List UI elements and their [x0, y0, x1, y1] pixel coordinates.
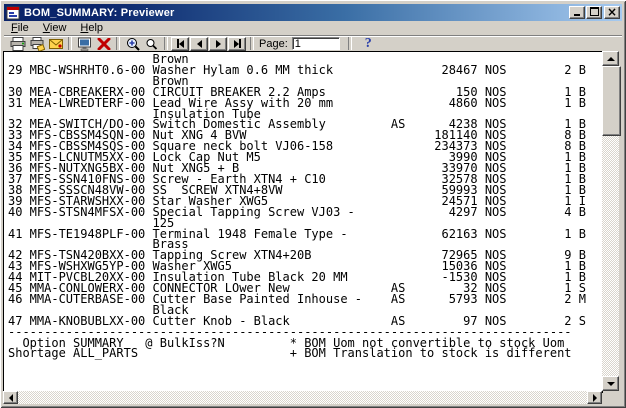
- scroll-up-button[interactable]: [602, 51, 619, 66]
- mail-export-icon: [48, 37, 64, 51]
- toolbar-separator: [116, 37, 120, 50]
- window-title: BOM_SUMMARY: Previewer: [24, 7, 568, 19]
- toolbar-separator: [68, 37, 72, 50]
- next-page-icon: [216, 40, 221, 48]
- help-icon: ?: [365, 37, 372, 51]
- menu-bar: File View Help: [4, 21, 622, 36]
- window: BOM_SUMMARY: Previewer × File View Help: [0, 0, 626, 408]
- minimize-button[interactable]: [569, 6, 585, 19]
- last-page-button[interactable]: [228, 37, 246, 51]
- minimize-icon: [574, 14, 580, 16]
- first-page-button[interactable]: [171, 37, 189, 51]
- vertical-scroll-thumb[interactable]: [602, 66, 621, 136]
- vertical-scrollbar[interactable]: [602, 51, 619, 391]
- toolbar-separator: [250, 37, 254, 50]
- print-icon: [10, 37, 26, 51]
- zoom-out-button[interactable]: [142, 36, 161, 51]
- arrow-right-icon: [593, 394, 597, 402]
- close-button[interactable]: ×: [604, 6, 620, 19]
- arrow-left-icon: [9, 394, 13, 402]
- maximize-icon: [590, 7, 599, 16]
- help-button[interactable]: ?: [359, 36, 378, 51]
- screen-preview-button[interactable]: [75, 36, 94, 51]
- scroll-right-button[interactable]: [587, 391, 602, 404]
- titlebar[interactable]: BOM_SUMMARY: Previewer ×: [4, 4, 622, 21]
- maximize-button[interactable]: [586, 6, 602, 19]
- close-preview-icon: [97, 38, 111, 50]
- arrow-down-icon: [607, 382, 615, 386]
- app-icon: [6, 6, 20, 20]
- scroll-down-button[interactable]: [602, 376, 619, 391]
- report-viewport: Brown 29 MBC-WSHRHT0.6-00 Washer Hylam 0…: [3, 51, 603, 393]
- menu-file[interactable]: File: [4, 21, 36, 35]
- close-preview-button[interactable]: [94, 36, 113, 51]
- toolbar: Page: ?: [4, 36, 604, 52]
- scroll-left-button[interactable]: [3, 391, 18, 404]
- print-setup-button[interactable]: [27, 36, 46, 51]
- report-text: Brown 29 MBC-WSHRHT0.6-00 Washer Hylam 0…: [4, 52, 602, 359]
- print-setup-icon: [29, 37, 45, 51]
- page-label: Page:: [259, 38, 288, 50]
- window-controls: ×: [568, 6, 620, 19]
- arrow-up-icon: [607, 57, 615, 61]
- close-icon: ×: [607, 8, 617, 17]
- previous-page-icon: [197, 40, 202, 48]
- menu-help[interactable]: Help: [73, 21, 110, 35]
- zoom-in-icon: [125, 37, 141, 51]
- toolbar-separator: [348, 37, 352, 50]
- mail-export-button[interactable]: [46, 36, 65, 51]
- zoom-out-icon: [145, 38, 158, 50]
- menu-view[interactable]: View: [36, 21, 74, 35]
- horizontal-scrollbar[interactable]: [3, 391, 602, 404]
- print-button[interactable]: [8, 36, 27, 51]
- screen-preview-icon: [77, 37, 92, 51]
- next-page-button[interactable]: [209, 37, 227, 51]
- zoom-in-button[interactable]: [123, 36, 142, 51]
- page-input[interactable]: [292, 37, 340, 50]
- previous-page-button[interactable]: [190, 37, 208, 51]
- toolbar-separator: [164, 37, 168, 50]
